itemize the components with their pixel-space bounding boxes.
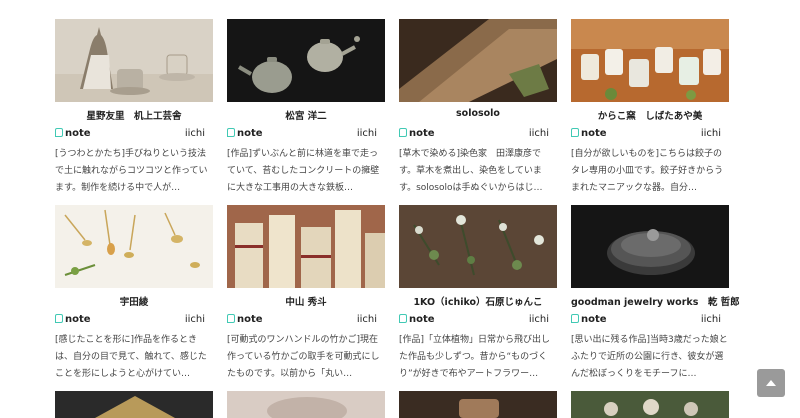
card-description: [可動式のワンハンドルの竹かご]現在作っている竹かごの取手を可動式にしたものです… [227,335,380,379]
creator-name[interactable]: 星野友里 机上工芸舎 [55,108,213,122]
creator-name[interactable]: からこ窯 しばたあや美 [571,108,729,122]
card-description: [うつわとかたち]手びねりという技法で土に触れながらコツコツと作っています。制作… [55,149,208,193]
card-meta: note iichi [399,314,557,326]
scroll-to-top-button[interactable] [757,369,785,397]
card-meta: note iichi [227,128,385,140]
card-thumbnail[interactable] [571,391,729,418]
card-thumbnail[interactable] [55,19,213,102]
card-thumbnail[interactable] [399,205,557,288]
card-thumbnail[interactable] [399,19,557,102]
note-icon [55,314,63,323]
card-meta: note iichi [571,128,729,140]
card-thumbnail[interactable] [55,205,213,288]
note-icon [571,128,579,137]
card-thumbnail[interactable] [399,391,557,418]
note-logo[interactable]: note [55,128,91,139]
card-thumbnail[interactable] [227,19,385,102]
creator-name[interactable]: 1KO（ichiko）石原じゅんこ [399,294,557,308]
note-icon [227,128,235,137]
note-logo[interactable]: note [227,314,263,325]
site-label[interactable]: iichi [701,314,721,325]
creator-name[interactable]: solosolo [399,108,557,119]
card-thumbnail[interactable] [55,391,213,418]
site-label[interactable]: iichi [185,128,205,139]
note-logo[interactable]: note [227,128,263,139]
note-icon [571,314,579,323]
site-label[interactable]: iichi [529,314,549,325]
site-label[interactable]: iichi [701,128,721,139]
note-icon [55,128,63,137]
note-icon [227,314,235,323]
note-logo[interactable]: note [399,128,435,139]
card-description: [感じたことを形に]作品を作るときは、自分の目で見て、触れて、感じたことを形にし… [55,335,207,379]
card-description: [作品]ずいぶんと前に林道を車で走っていて、苔むしたコンクリートの擁壁に大きな工… [227,149,380,193]
card-thumbnail[interactable] [227,391,385,418]
creator-name[interactable]: 松宮 洋二 [227,108,385,122]
note-logo[interactable]: note [55,314,91,325]
site-label[interactable]: iichi [185,314,205,325]
note-icon [399,128,407,137]
note-logo[interactable]: note [571,314,607,325]
card-meta: note iichi [55,314,213,326]
site-label[interactable]: iichi [529,128,549,139]
card-meta: note iichi [227,314,385,326]
site-label[interactable]: iichi [357,128,377,139]
card-meta: note iichi [55,128,213,140]
note-logo[interactable]: note [571,128,607,139]
creator-name[interactable]: 宇田綾 [55,294,213,308]
card-description: [草木で染める]染色家 田澤康彦です。草木を煮出し、染色をしています。solos… [399,149,543,193]
card-thumbnail[interactable] [571,205,729,288]
creator-name[interactable]: goodman jewelry works 乾 哲郎 [571,294,740,308]
note-icon [399,314,407,323]
card-thumbnail[interactable] [571,19,729,102]
card-meta: note iichi [399,128,557,140]
card-meta: note iichi [571,314,729,326]
creator-name[interactable]: 中山 秀斗 [227,294,385,308]
card-description: [思い出に残る作品]当時3歳だった娘とふたりで近所の公園に行き、彼女が選んだ松ぼ… [571,335,728,379]
card-thumbnail[interactable] [227,205,385,288]
site-label[interactable]: iichi [357,314,377,325]
card-description: [自分が欲しいものを]こちらは餃子のタレ専用の小皿です。餃子好きからうまれたマニ… [571,149,724,193]
card-description: [作品]「立体植物」日常から飛び出した作品も少しずつ。昔から“ものづくり”が好き… [399,335,551,379]
note-logo[interactable]: note [399,314,435,325]
